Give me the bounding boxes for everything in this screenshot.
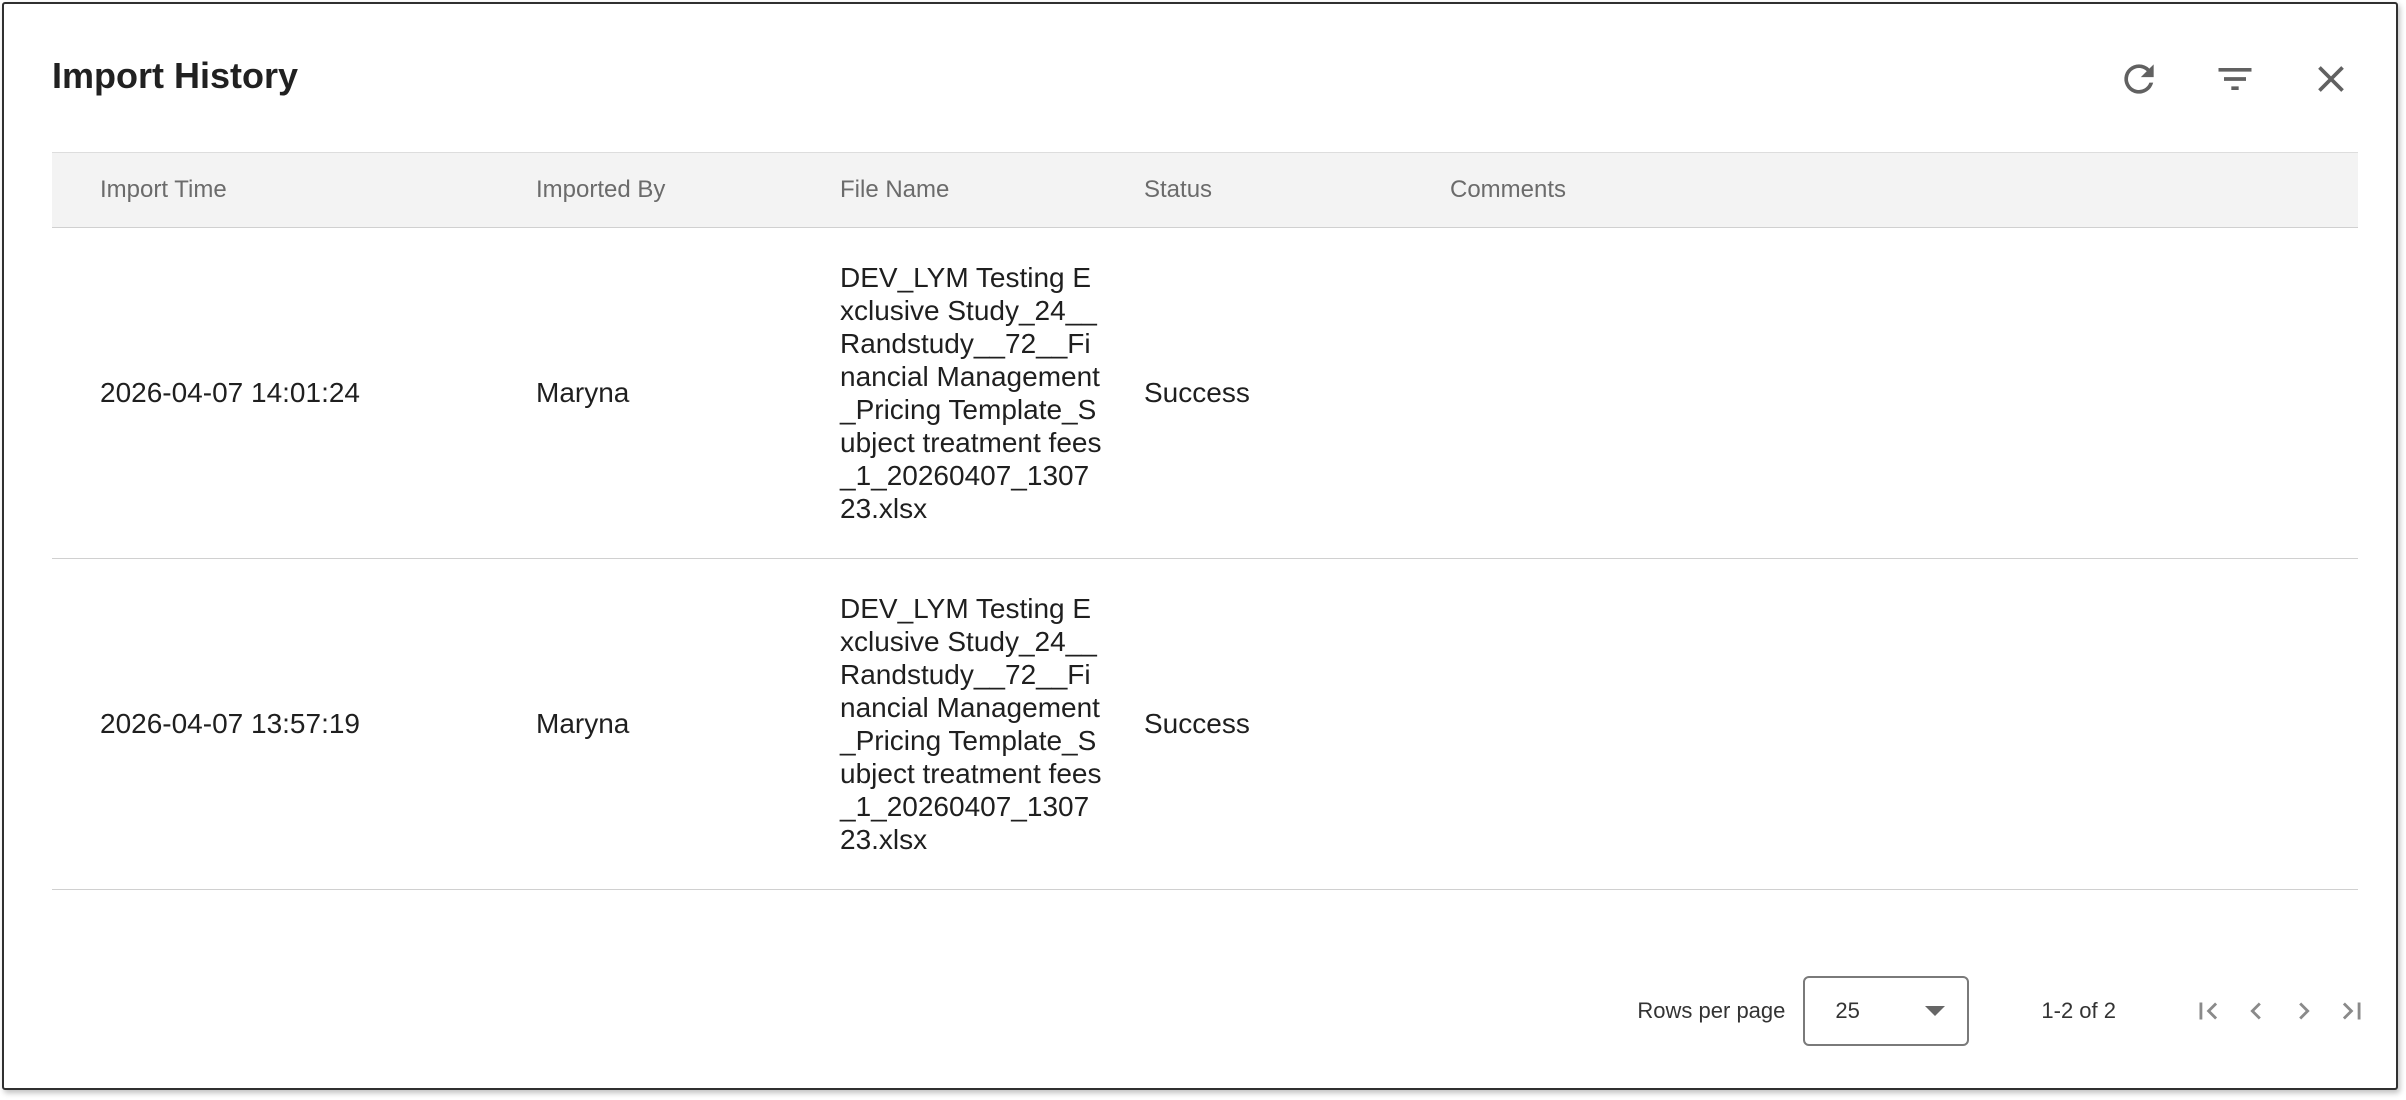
chevron-right-icon (2299, 1002, 2310, 1020)
last-page-button[interactable] (2334, 993, 2370, 1029)
rows-per-page-value: 25 (1835, 998, 1860, 1023)
column-header-comments[interactable]: Comments (1450, 176, 2358, 204)
cell-file-name: DEV_LYM Testing Exclusive Study_24__Rand… (840, 593, 1102, 855)
refresh-icon (2124, 64, 2154, 94)
refresh-button[interactable] (2112, 52, 2166, 106)
import-history-dialog: Import History Import Time Imported By F… (2, 2, 2398, 1090)
rows-per-page-select[interactable]: 25 (1803, 976, 1970, 1046)
cell-file-name-wrap: DEV_LYM Testing Exclusive Study_24__Rand… (840, 592, 1144, 856)
first-page-button[interactable] (2190, 993, 2226, 1029)
column-header-file-name[interactable]: File Name (840, 176, 1144, 204)
column-header-imported-by[interactable]: Imported By (536, 176, 840, 204)
cell-import-time: 2026-04-07 13:57:19 (100, 708, 360, 739)
pagination-footer: Rows per page 25 1-2 of 2 (1637, 974, 2370, 1048)
cell-imported-by: Maryna (536, 377, 630, 408)
next-page-button[interactable] (2286, 993, 2322, 1029)
header-actions (2112, 52, 2358, 106)
close-icon (2318, 66, 2344, 92)
caret-down-icon (1925, 1006, 1946, 1016)
cell-imported-by: Maryna (536, 708, 630, 739)
close-button[interactable] (2304, 52, 2358, 106)
table-header: Import Time Imported By File Name Status… (52, 152, 2358, 228)
filter-button[interactable] (2208, 52, 2262, 106)
column-header-import-time[interactable]: Import Time (52, 176, 536, 204)
column-header-status[interactable]: Status (1144, 176, 1450, 204)
first-page-icon (2199, 1002, 2218, 1020)
pager-controls (2190, 993, 2370, 1029)
rows-per-page-label: Rows per page (1637, 998, 1786, 1023)
last-page-icon (2342, 1002, 2361, 1020)
import-history-table: Import Time Imported By File Name Status… (52, 152, 2358, 890)
cell-file-name-wrap: DEV_LYM Testing Exclusive Study_24__Rand… (840, 261, 1144, 525)
previous-page-button[interactable] (2238, 993, 2274, 1029)
table-row[interactable]: 2026-04-07 13:57:19 Maryna DEV_LYM Testi… (52, 559, 2358, 890)
cell-status: Success (1144, 708, 1250, 739)
cell-file-name: DEV_LYM Testing Exclusive Study_24__Rand… (840, 262, 1102, 524)
cell-status: Success (1144, 377, 1250, 408)
table-row[interactable]: 2026-04-07 14:01:24 Maryna DEV_LYM Testi… (52, 228, 2358, 559)
cell-import-time: 2026-04-07 14:01:24 (100, 377, 360, 408)
filter-icon (2218, 68, 2252, 90)
pagination-range: 1-2 of 2 (2041, 998, 2116, 1023)
chevron-left-icon (2250, 1002, 2261, 1020)
dialog-title: Import History (52, 55, 299, 96)
